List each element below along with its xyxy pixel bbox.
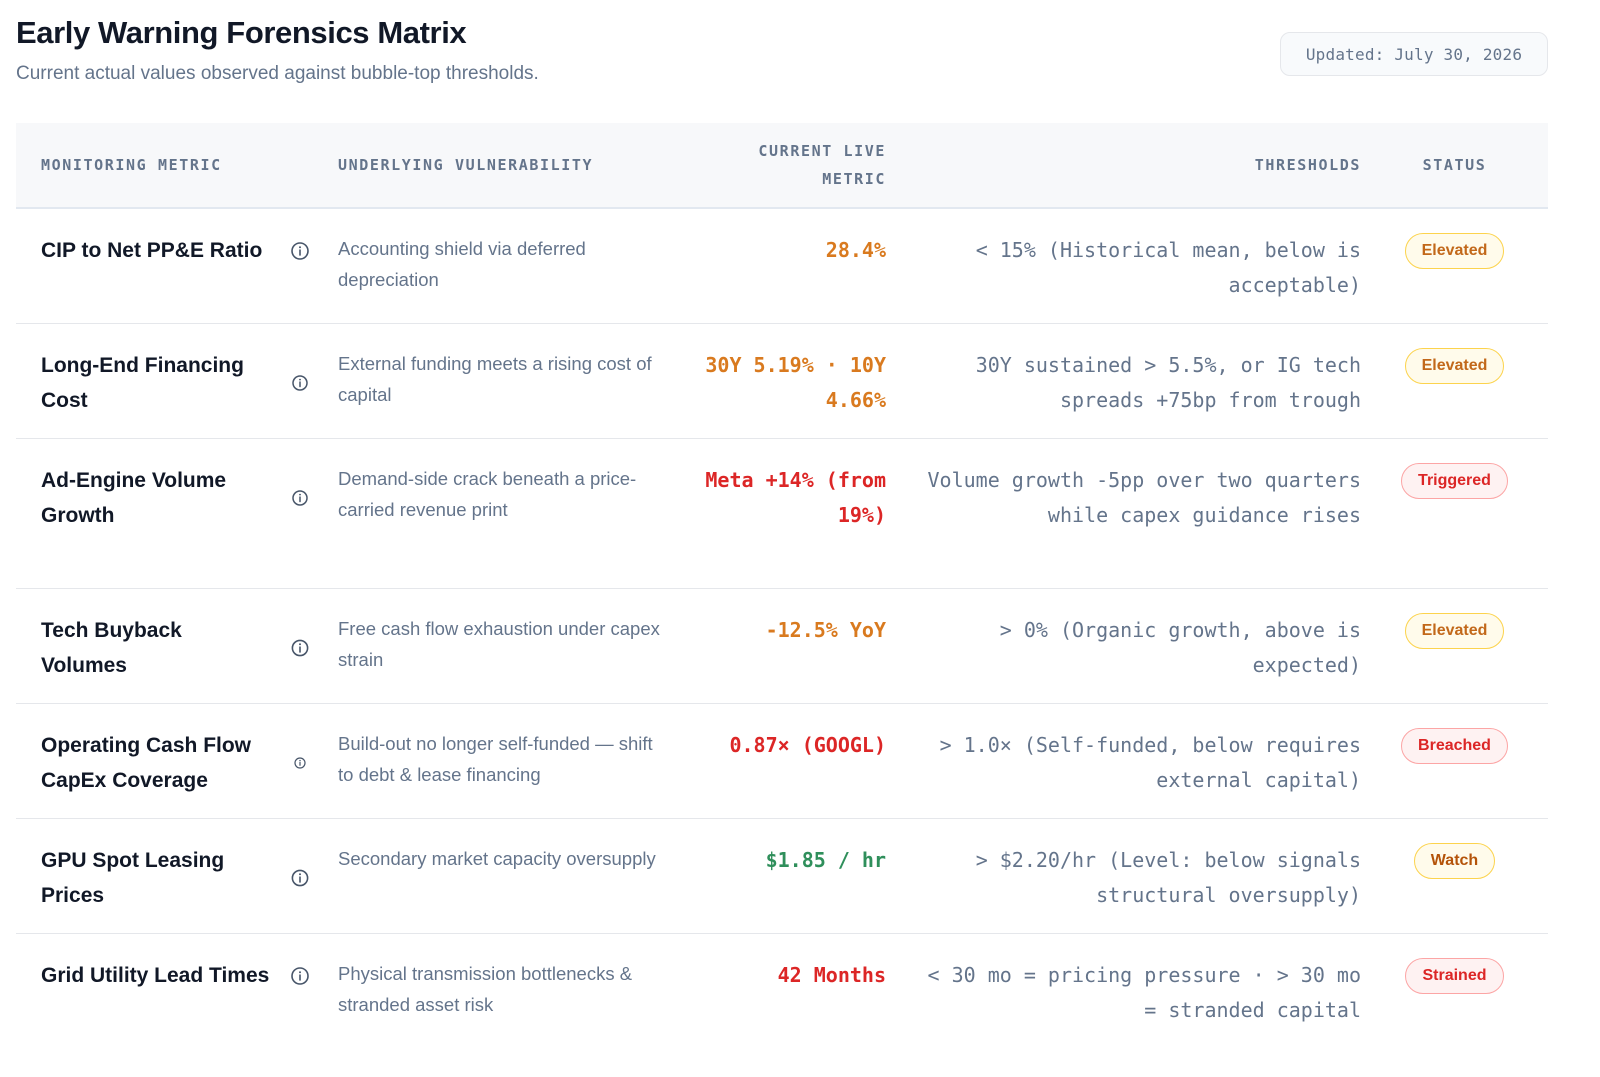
live-metric-value: $1.85 / hr — [765, 848, 886, 872]
threshold-text: 30Y sustained > 5.5%, or IG tech spreads… — [975, 353, 1361, 412]
threshold-text: < 15% (Historical mean, below is accepta… — [975, 238, 1361, 297]
metric-cell: Ad-Engine Volume Growth — [16, 439, 338, 533]
metric-cell: Grid Utility Lead Times — [16, 934, 338, 993]
status-badge: Elevated — [1404, 613, 1505, 649]
metric-cell: CIP to Net PP&E Ratio — [16, 209, 338, 268]
column-header-thresholds: Thresholds — [1254, 156, 1361, 174]
column-header-metric: Monitoring Metric — [41, 156, 222, 174]
metric-cell: Long-End Financing Cost — [16, 324, 338, 418]
metric-cell: GPU Spot Leasing Prices — [16, 819, 338, 913]
page-header: Early Warning Forensics Matrix Current a… — [16, 14, 1548, 110]
vulnerability-text: External funding meets a rising cost of … — [338, 353, 652, 405]
threshold-text: < 30 mo = pricing pressure · > 30 mo = s… — [927, 963, 1361, 1022]
table-row: Tech Buyback Volumes Free cash flow exha… — [16, 589, 1548, 704]
live-metric-value: 42 Months — [777, 963, 886, 987]
vulnerability-text: Accounting shield via deferred depreciat… — [338, 238, 586, 290]
column-header-live-line1: Current Live — [758, 142, 886, 160]
live-metric-value: 30Y 5.19% · 10Y 4.66% — [705, 353, 886, 412]
status-badge: Elevated — [1404, 348, 1505, 384]
column-header-live: Current Live Metric — [685, 137, 886, 193]
status-badge: Strained — [1405, 958, 1504, 994]
table-header: Monitoring Metric Underlying Vulnerabili… — [16, 123, 1548, 209]
status-badge: Watch — [1413, 843, 1496, 879]
metric-name: Grid Utility Lead Times — [41, 964, 270, 987]
metric-name: Operating Cash Flow CapEx Coverage — [41, 734, 252, 792]
live-metric-value: -12.5% YoY — [765, 618, 886, 642]
metric-name: Long-End Financing Cost — [41, 354, 244, 412]
metric-name: CIP to Net PP&E Ratio — [41, 239, 263, 262]
vulnerability-text: Secondary market capacity oversupply — [338, 848, 656, 869]
status-badge: Triggered — [1401, 463, 1508, 499]
metric-name: GPU Spot Leasing Prices — [41, 849, 225, 907]
table-row: Ad-Engine Volume Growth Demand-side crac… — [16, 439, 1548, 589]
updated-timestamp: Updated: July 30, 2026 — [1280, 32, 1548, 76]
vulnerability-text: Free cash flow exhaustion under capex st… — [338, 618, 660, 670]
info-circle-icon[interactable] — [290, 966, 310, 986]
info-circle-icon[interactable] — [290, 753, 310, 773]
info-circle-icon[interactable] — [290, 241, 310, 261]
forensics-table: Monitoring Metric Underlying Vulnerabili… — [16, 123, 1548, 1049]
metric-name: Tech Buyback Volumes — [41, 619, 182, 677]
column-header-live-line2: Metric — [822, 170, 886, 188]
metric-cell: Tech Buyback Volumes — [16, 589, 338, 683]
metric-name: Ad-Engine Volume Growth — [41, 469, 227, 527]
table-row: GPU Spot Leasing Prices Secondary market… — [16, 819, 1548, 934]
table-row: CIP to Net PP&E Ratio Accounting shield … — [16, 209, 1548, 324]
table-row: Operating Cash Flow CapEx Coverage Build… — [16, 704, 1548, 819]
vulnerability-text: Build-out no longer self-funded — shift … — [338, 733, 653, 785]
live-metric-value: Meta +14% (from 19%) — [705, 468, 886, 527]
column-header-vulnerability: Underlying Vulnerability — [338, 156, 594, 174]
info-circle-icon[interactable] — [290, 373, 310, 393]
info-circle-icon[interactable] — [290, 488, 310, 508]
table-row: Long-End Financing Cost External funding… — [16, 324, 1548, 439]
status-badge: Elevated — [1404, 233, 1505, 269]
live-metric-value: 28.4% — [825, 238, 886, 262]
threshold-text: > $2.20/hr (Level: below signals structu… — [975, 848, 1361, 907]
threshold-text: > 0% (Organic growth, above is expected) — [999, 618, 1361, 677]
status-badge: Breached — [1401, 728, 1508, 764]
info-circle-icon[interactable] — [290, 638, 310, 658]
table-row: Grid Utility Lead Times Physical transmi… — [16, 934, 1548, 1049]
live-metric-value: 0.87× (GOOGL) — [729, 733, 886, 757]
column-header-status: Status — [1422, 156, 1487, 174]
vulnerability-text: Demand-side crack beneath a price-carrie… — [338, 468, 637, 520]
info-circle-icon[interactable] — [290, 868, 310, 888]
threshold-text: Volume growth -5pp over two quarters whi… — [927, 468, 1361, 527]
vulnerability-text: Physical transmission bottlenecks & stra… — [338, 963, 633, 1015]
threshold-text: > 1.0× (Self-funded, below requires exte… — [939, 733, 1361, 792]
metric-cell: Operating Cash Flow CapEx Coverage — [16, 704, 338, 798]
